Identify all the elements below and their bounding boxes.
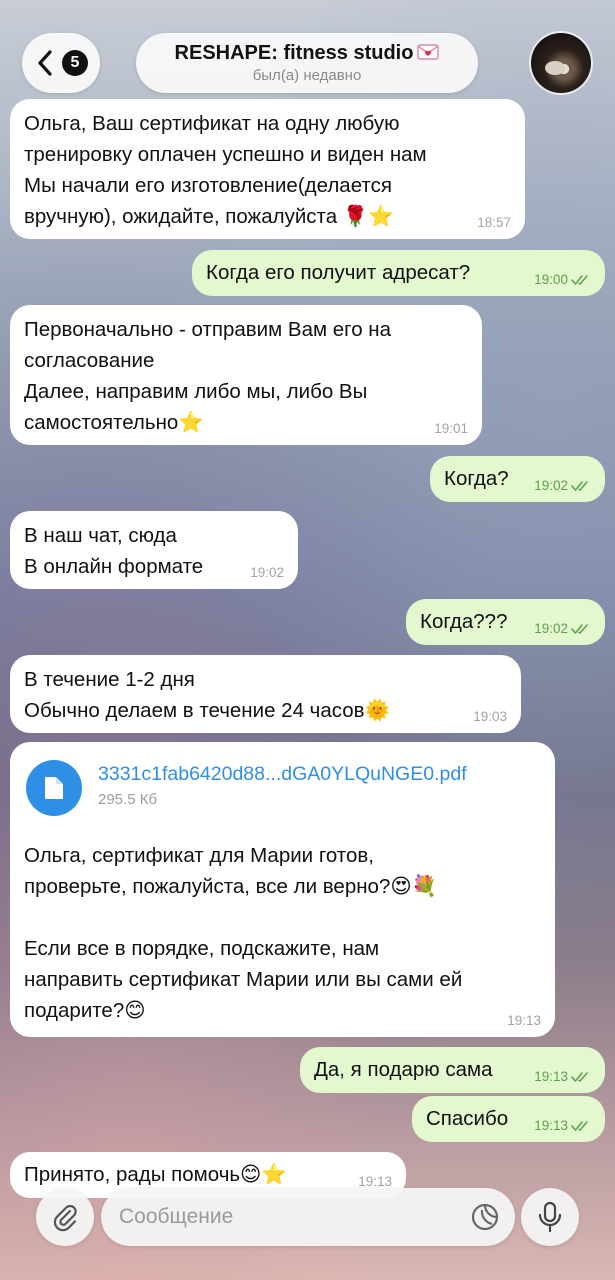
message-line: самостоятельно⭐ (24, 411, 204, 434)
message-bubble-incoming[interactable]: 3331c1fab6420d88...dGA0YLQuNGE0.pdf 295.… (10, 742, 555, 1037)
message-line: Обычно делаем в течение 24 часов🌞 (24, 699, 391, 722)
message-line: Первоначально - отправим Вам его на (24, 318, 392, 341)
message-bubble-incoming[interactable]: В течение 1-2 дня Обычно делаем в течени… (10, 655, 521, 733)
message-line: Ольга, сертификат для Марии готов, (24, 844, 374, 867)
message-time: 19:02 (534, 478, 591, 494)
chat-status: был(а) недавно (252, 67, 362, 84)
message-line: В наш чат, сюда (24, 524, 177, 547)
double-check-icon (571, 624, 588, 634)
message-bubble-incoming[interactable]: Первоначально - отправим Вам его на согл… (10, 305, 482, 445)
chevron-left-icon (38, 50, 52, 76)
back-button[interactable]: 5 (22, 33, 100, 93)
double-check-icon (571, 275, 588, 285)
chat-title-text: RESHAPE: fitness studio (174, 42, 414, 64)
message-line: Если все в порядке, подскажите, нам (24, 937, 380, 960)
message-line: Ольга, Ваш сертификат на одну любую (24, 112, 400, 135)
message-time-text: 19:02 (534, 621, 568, 636)
message-line: согласование (24, 349, 155, 372)
message-bubble-outgoing[interactable]: Спасибо 19:13 (412, 1096, 605, 1142)
document-icon (45, 777, 63, 799)
message-line: направить сертификат Марии или вы сами е… (24, 968, 463, 991)
message-line: проверьте, пожалуйста, все ли верно?😍💐 (24, 875, 438, 898)
message-line: В течение 1-2 дня (24, 668, 195, 691)
message-input[interactable] (101, 1188, 515, 1246)
message-time: 19:13 (507, 1013, 541, 1028)
message-bubble-outgoing[interactable]: Да, я подарю сама 19:13 (300, 1047, 605, 1093)
message-time: 19:13 (534, 1069, 591, 1085)
message-line: подарите?😊 (24, 999, 146, 1022)
message-line: Мы начали его изготовление(делается (24, 174, 392, 197)
chat-info-button[interactable]: RESHAPE: fitness studio был(а) недавно (136, 33, 478, 93)
microphone-icon (538, 1201, 562, 1233)
message-bubble-outgoing[interactable]: Когда? 19:02 (430, 456, 605, 502)
message-line: Далее, направим либо мы, либо Вы (24, 380, 368, 403)
message-time: 19:02 (534, 621, 591, 637)
double-check-icon (571, 481, 588, 491)
double-check-icon (571, 1121, 588, 1131)
message-line: В онлайн формате (24, 555, 204, 578)
microphone-button[interactable] (521, 1188, 579, 1246)
file-attachment[interactable]: 3331c1fab6420d88...dGA0YLQuNGE0.pdf 295.… (24, 748, 541, 828)
paperclip-icon (53, 1204, 77, 1232)
chat-header: 5 RESHAPE: fitness studio был(а) недавно (0, 0, 615, 100)
avatar[interactable] (531, 33, 591, 93)
love-letter-icon (417, 44, 440, 60)
message-line (24, 902, 541, 933)
message-line: тренировку оплачен успешно и виден нам (24, 143, 427, 166)
message-time-text: 19:02 (534, 478, 568, 493)
message-time-text: 19:13 (534, 1118, 568, 1133)
message-bubble-incoming[interactable]: Ольга, Ваш сертификат на одну любую трен… (10, 99, 525, 239)
chat-title: RESHAPE: fitness studio (136, 42, 478, 65)
file-icon[interactable] (26, 760, 82, 816)
message-time: 19:03 (473, 709, 507, 724)
attach-button[interactable] (36, 1188, 94, 1246)
message-bubble-incoming[interactable]: В наш чат, сюда В онлайн формате 19:02 (10, 511, 298, 589)
file-size: 295.5 Кб (98, 791, 158, 808)
file-name[interactable]: 3331c1fab6420d88...dGA0YLQuNGE0.pdf (98, 762, 467, 786)
message-time-text: 19:00 (534, 272, 568, 287)
message-time-text: 19:13 (534, 1069, 568, 1084)
unread-count-badge: 5 (62, 50, 88, 76)
sticker-icon[interactable] (468, 1200, 502, 1234)
message-time: 19:02 (250, 565, 284, 580)
message-time: 18:57 (477, 215, 511, 230)
message-time: 19:13 (534, 1118, 591, 1134)
message-time: 19:00 (534, 272, 591, 288)
double-check-icon (571, 1072, 588, 1082)
message-bubble-outgoing[interactable]: Когда его получит адресат? 19:00 (192, 250, 605, 296)
message-line: вручную), ожидайте, пожалуйста 🌹⭐ (24, 205, 394, 228)
message-bubble-outgoing[interactable]: Когда??? 19:02 (406, 599, 605, 645)
message-time: 19:01 (434, 421, 468, 436)
message-composer (0, 1183, 615, 1280)
